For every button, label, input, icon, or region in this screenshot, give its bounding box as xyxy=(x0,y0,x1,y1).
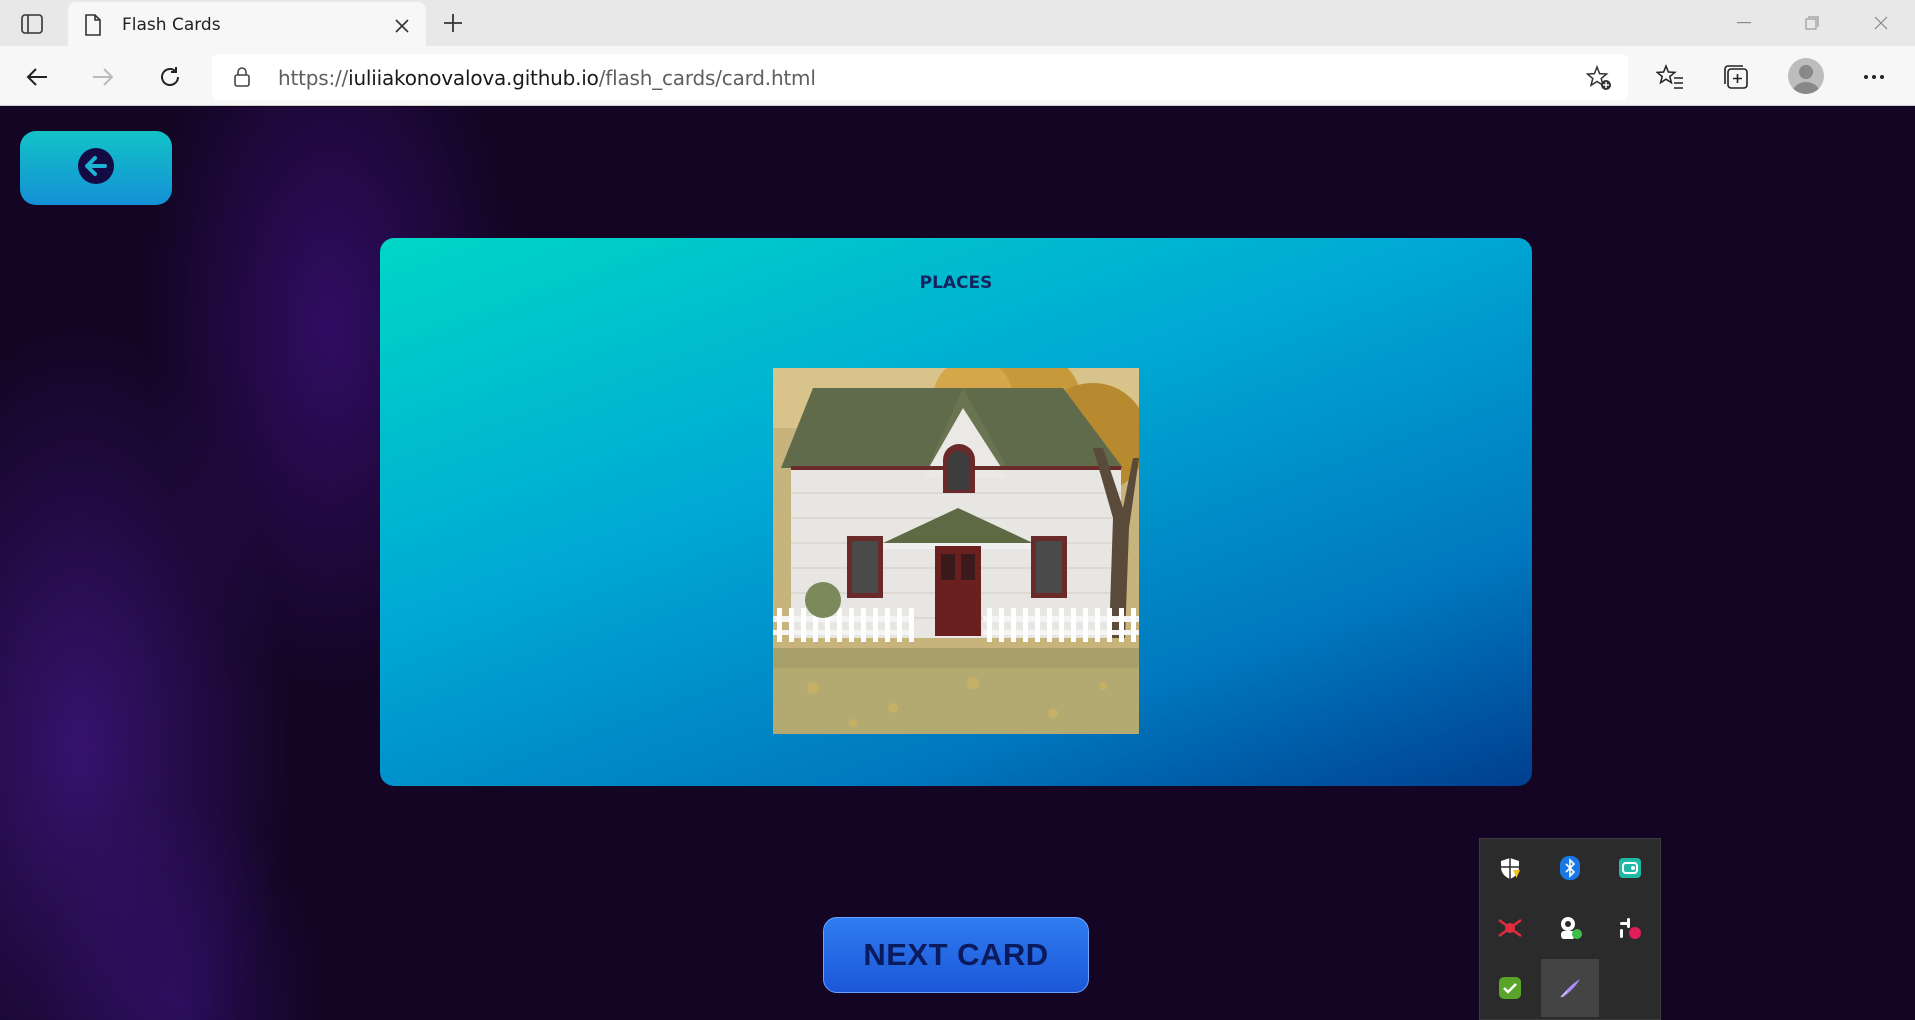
arrow-left-icon xyxy=(77,147,115,190)
bluetooth-icon[interactable] xyxy=(1541,839,1599,897)
browser-tab[interactable]: Flash Cards xyxy=(68,2,426,48)
next-card-button[interactable]: NEXT CARD xyxy=(823,917,1089,993)
tray-overflow-panel xyxy=(1479,838,1661,1020)
address-bar[interactable]: https://iuliiakonovalova.github.io/flash… xyxy=(212,54,1628,100)
more-icon[interactable] xyxy=(1857,60,1891,94)
tab-title: Flash Cards xyxy=(122,15,221,35)
tab-actions-icon[interactable] xyxy=(12,8,52,40)
plus-icon[interactable] xyxy=(438,8,468,38)
card-category: PLACES xyxy=(919,273,993,293)
app-green-icon[interactable] xyxy=(1601,839,1659,897)
star-plus-icon[interactable] xyxy=(1585,64,1612,96)
favorites-icon[interactable] xyxy=(1653,60,1687,94)
back-button[interactable] xyxy=(20,131,172,205)
close-icon[interactable] xyxy=(388,12,416,40)
user-green-icon[interactable] xyxy=(1541,899,1599,957)
browser-toolbar: https://iuliiakonovalova.github.io/flash… xyxy=(0,46,1915,106)
house-image xyxy=(773,368,1139,734)
windows-security-icon[interactable] xyxy=(1481,839,1539,897)
pen-icon[interactable] xyxy=(1541,959,1599,1017)
next-card-label: NEXT CARD xyxy=(863,937,1049,972)
restore-icon[interactable] xyxy=(1787,8,1837,38)
arrow-right-icon[interactable] xyxy=(84,58,122,96)
slack-icon[interactable] xyxy=(1601,899,1659,957)
lock-icon[interactable] xyxy=(234,67,250,92)
window-close-icon[interactable] xyxy=(1856,8,1906,38)
url-text: https://iuliiakonovalova.github.io/flash… xyxy=(278,66,816,90)
shield-check-icon[interactable] xyxy=(1481,959,1539,1017)
avatar[interactable] xyxy=(1788,58,1824,94)
refresh-icon[interactable] xyxy=(151,58,189,96)
page-icon xyxy=(84,14,102,41)
arrow-left-icon[interactable] xyxy=(18,58,56,96)
network-red-icon[interactable] xyxy=(1481,899,1539,957)
minimize-icon[interactable] xyxy=(1719,8,1769,38)
collections-icon[interactable] xyxy=(1719,60,1753,94)
tab-bar: Flash Cards xyxy=(0,0,1915,48)
flash-card[interactable]: PLACES xyxy=(380,238,1532,786)
